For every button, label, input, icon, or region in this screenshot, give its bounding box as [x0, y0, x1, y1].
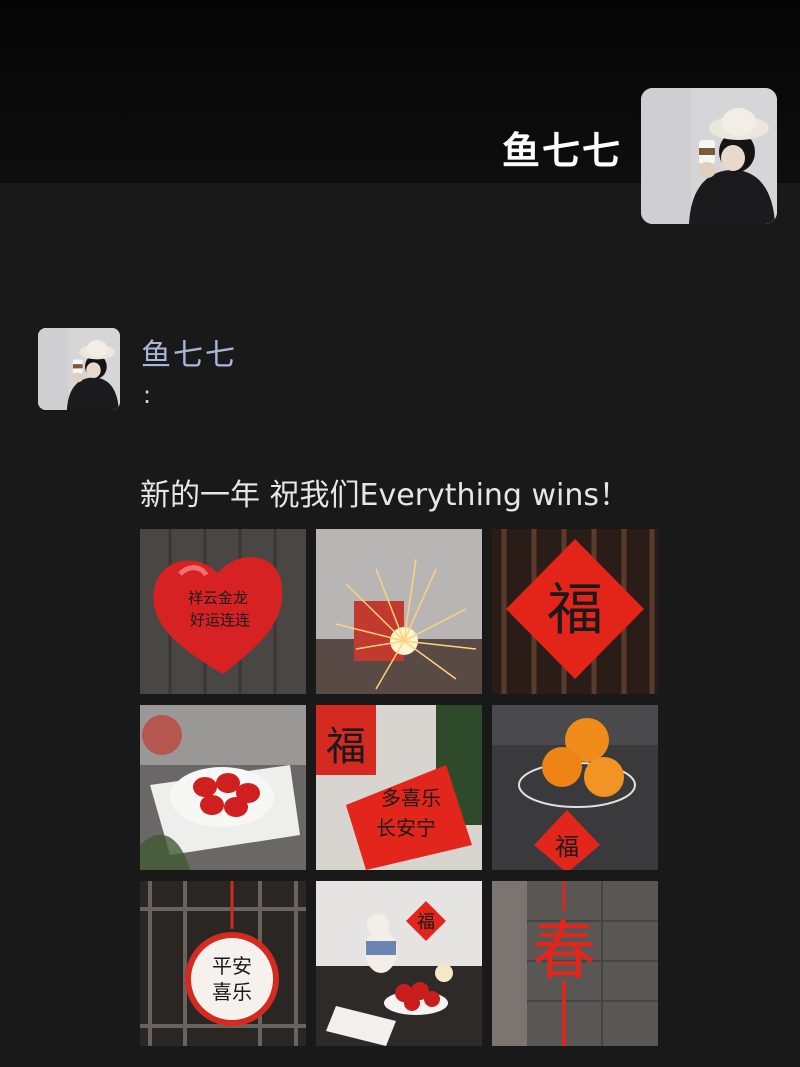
post-text: 新的一年 祝我们Everything wins！	[140, 478, 630, 513]
profile-avatar-image	[641, 88, 777, 224]
svg-text:春: 春	[532, 915, 596, 989]
photo-tile-sparkler[interactable]	[316, 529, 482, 694]
post-author-name[interactable]: 鱼七七	[141, 330, 237, 374]
svg-text:福: 福	[326, 724, 366, 770]
svg-text:多喜乐: 多喜乐	[381, 786, 441, 810]
profile-avatar[interactable]	[641, 88, 777, 224]
photo-tile-fu-window[interactable]: 福	[492, 529, 658, 694]
photo-grid: 祥云金龙 好运连连 福 福 多喜乐 长安宁 福 平安 喜乐 福 春	[140, 529, 658, 1046]
svg-text:福: 福	[417, 912, 435, 933]
photo-tile-duck-strawberries[interactable]: 福	[316, 881, 482, 1046]
photo-tile-strawberries[interactable]	[140, 705, 306, 870]
svg-text:福: 福	[547, 578, 603, 643]
svg-text:喜乐: 喜乐	[212, 980, 252, 1004]
photo-tile-oranges[interactable]: 福	[492, 705, 658, 870]
photo-tile-heart-balloon[interactable]: 祥云金龙 好运连连	[140, 529, 306, 694]
svg-text:长安宁: 长安宁	[376, 816, 436, 840]
svg-text:祥云金龙: 祥云金龙	[188, 589, 248, 607]
post-author-avatar[interactable]	[38, 328, 120, 410]
svg-text:平安: 平安	[212, 954, 252, 978]
photo-tile-pingan-ornament[interactable]: 平安 喜乐	[140, 881, 306, 1046]
post-author-avatar-image	[38, 328, 120, 410]
post-colon: :	[143, 381, 152, 409]
photo-tile-chun[interactable]: 春	[492, 881, 658, 1046]
photo-tile-fu-couplet[interactable]: 福 多喜乐 长安宁	[316, 705, 482, 870]
svg-text:福: 福	[555, 833, 579, 861]
svg-text:好运连连: 好运连连	[190, 611, 250, 629]
profile-name[interactable]: 鱼七七	[502, 120, 622, 175]
